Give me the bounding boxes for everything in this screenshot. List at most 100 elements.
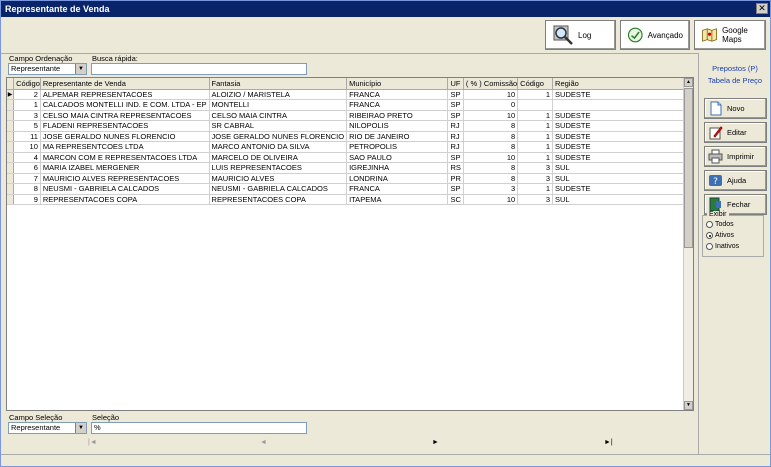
column-header[interactable]: Fantasia [209, 78, 348, 90]
table-cell: 10 [463, 152, 519, 163]
main-window: Representante de Venda ✕ Log Avançado Go… [0, 0, 771, 467]
scroll-down-icon[interactable]: ▼ [684, 401, 693, 410]
radio-active[interactable]: Ativos [706, 232, 734, 239]
google-maps-label: Google Maps [722, 26, 748, 44]
table-cell [552, 99, 693, 111]
radio-inactive[interactable]: Inativos [706, 243, 739, 250]
google-maps-button[interactable]: Google Maps [694, 20, 766, 50]
table-cell: NILOPOLIS [346, 120, 449, 132]
table-cell: CALCADOS MONTELLI IND. E COM. LTDA - EP [40, 99, 210, 111]
table-row[interactable]: ▶ 2 ALPEMAR REPRESENTACOES ALOIZIO / MARIST… [7, 89, 693, 100]
advanced-button[interactable]: Avançado [620, 20, 690, 50]
column-header[interactable]: UF [447, 78, 464, 90]
table-row[interactable]: 5 FLADENI REPRESENTACOES SR CABRAL NILOPOLI… [7, 120, 693, 132]
row-indicator [7, 131, 15, 142]
table-cell: 9 [13, 194, 41, 205]
radio-active-dot[interactable] [706, 232, 713, 239]
table-cell: NEUSMI - GABRIELA CALCADOS [209, 183, 348, 195]
new-button[interactable]: Novo [704, 98, 767, 119]
column-header[interactable]: Representante de Venda [40, 78, 210, 90]
table-row[interactable]: 7 MAURICIO ALVES REPRESENTACOES MAURICIO A… [7, 173, 693, 184]
radio-active-label: Ativos [715, 232, 735, 239]
column-header[interactable]: Código [517, 78, 554, 90]
price-table-link[interactable]: Tabela de Preço [699, 76, 771, 85]
print-button[interactable]: Imprimir [704, 146, 767, 167]
gauge-icon [627, 27, 643, 43]
table-cell: 1 [517, 152, 554, 163]
column-header[interactable]: Código [13, 78, 41, 90]
table-cell: SR CABRAL [209, 120, 348, 132]
table-cell: 1 [517, 120, 554, 132]
table-row[interactable]: 6 MARIA IZABEL MERGENER LUIS REPRESENTACOE… [7, 162, 693, 174]
order-field-value: Representante [11, 64, 61, 73]
selection-input[interactable]: % [91, 422, 307, 434]
log-button[interactable]: Log [545, 20, 616, 50]
row-indicator [7, 141, 15, 153]
radio-all[interactable]: Todos [706, 221, 734, 228]
close-icon[interactable]: ✕ [756, 3, 768, 14]
table-cell: FLADENI REPRESENTACOES [40, 120, 210, 132]
quick-search-label: Busca rápida: [92, 54, 138, 63]
table-row[interactable]: 4 MARCON COM E REPRESENTACOES LTDA MARCELO… [7, 152, 693, 163]
radio-all-dot[interactable] [706, 221, 713, 228]
status-bar [1, 454, 770, 466]
row-indicator [7, 99, 15, 111]
table-cell: ALPEMAR REPRESENTACOES [40, 89, 210, 100]
table-cell: SP [447, 183, 464, 195]
prepostos-link[interactable]: Prepostos (P) [699, 64, 771, 73]
chevron-down-icon[interactable]: ▼ [75, 64, 86, 74]
table-cell: MAURICIO ALVES [209, 173, 348, 184]
table-row[interactable]: 10 MA REPRESENTCOES LTDA MARCO ANTONIO DA … [7, 141, 693, 153]
radio-all-label: Todos [715, 221, 734, 228]
pencil-icon [709, 126, 723, 140]
table-cell: SUDESTE [552, 120, 693, 132]
show-filter-caption: Exibir [707, 211, 729, 218]
selection-field-label: Campo Seleção [9, 413, 63, 422]
table-row[interactable]: 11 JOSE GERALDO NUNES FLORENCIO JOSE GERAL… [7, 131, 693, 142]
table-cell: FRANCA [346, 183, 449, 195]
chevron-down-icon[interactable]: ▼ [75, 423, 86, 433]
table-cell: IGREJINHA [346, 162, 449, 174]
help-button[interactable]: ? Ajuda [704, 170, 767, 191]
column-header[interactable]: ( % ) Comissão [463, 78, 519, 90]
table-cell: 10 [13, 141, 41, 153]
selection-field-select[interactable]: Representante ▼ [8, 422, 87, 434]
quick-search-input[interactable] [91, 63, 307, 75]
table-cell: 8 [463, 120, 519, 132]
radio-inactive-dot[interactable] [706, 243, 713, 250]
table-row[interactable]: 3 CELSO MAIA CINTRA REPRESENTACOES CELSO M… [7, 110, 693, 121]
scroll-up-icon[interactable]: ▲ [684, 78, 693, 87]
next-record-icon[interactable]: ► [432, 439, 439, 446]
table-cell: 3 [13, 110, 41, 121]
table-row[interactable]: 8 NEUSMI - GABRIELA CALCADOS NEUSMI - GABR… [7, 183, 693, 195]
table-row[interactable]: 9 REPRESENTACOES COPA REPRESENTACOES COPA I… [7, 194, 693, 205]
last-record-icon[interactable]: ►| [604, 439, 613, 446]
title-bar: Representante de Venda ✕ [1, 1, 770, 17]
column-header[interactable]: Município [346, 78, 449, 90]
edit-button[interactable]: Editar [704, 122, 767, 143]
radio-inactive-label: Inativos [715, 243, 740, 250]
row-indicator-header [7, 78, 15, 90]
prev-record-icon[interactable]: ◄ [260, 439, 267, 446]
table-cell: 3 [517, 194, 554, 205]
table-row[interactable]: 1 CALCADOS MONTELLI IND. E COM. LTDA - EP… [7, 99, 693, 111]
printer-icon [708, 149, 723, 164]
table-cell: SUDESTE [552, 89, 693, 100]
row-indicator [7, 162, 15, 174]
scroll-thumb[interactable] [684, 88, 693, 248]
log-label: Log [578, 30, 592, 40]
column-header[interactable]: Região [552, 78, 693, 90]
table-cell: 1 [517, 183, 554, 195]
table-cell: 6 [13, 162, 41, 174]
table-cell: SUDESTE [552, 141, 693, 153]
vertical-scrollbar[interactable]: ▲ ▼ [683, 78, 693, 410]
table-cell: SP [447, 89, 464, 100]
order-field-select[interactable]: Representante ▼ [8, 63, 87, 75]
first-record-icon[interactable]: |◄ [88, 439, 97, 446]
table-cell: SP [447, 152, 464, 163]
row-indicator [7, 194, 15, 205]
table-cell: 10 [463, 110, 519, 121]
table-cell: 5 [13, 120, 41, 132]
table-cell: PR [447, 173, 464, 184]
table-cell: MARCO ANTONIO DA SILVA [209, 141, 348, 153]
